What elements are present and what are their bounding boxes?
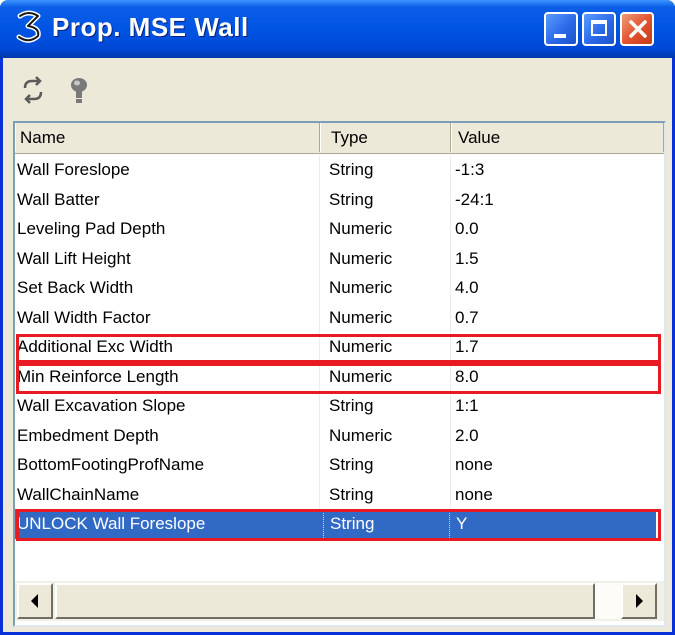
cell-value[interactable]: none: [455, 480, 650, 509]
horizontal-scrollbar[interactable]: [15, 581, 664, 621]
cell-name: Wall Width Factor: [17, 307, 151, 327]
title-bar[interactable]: Prop. MSE Wall: [0, 0, 675, 58]
cell-value[interactable]: 0.0: [455, 214, 650, 243]
cell-type: String: [329, 160, 374, 179]
cell-name: Wall Excavation Slope: [17, 396, 186, 415]
table-row[interactable]: Leveling Pad Depth Numeric 0.0: [15, 214, 656, 244]
cell-type: String: [329, 484, 374, 504]
cell-type: Numeric: [329, 307, 393, 327]
cell-value[interactable]: -24:1: [455, 185, 650, 214]
cell-name: Set Back Width: [17, 278, 134, 297]
cell-value[interactable]: none: [455, 450, 650, 479]
table-row[interactable]: Wall Batter String -24:1: [15, 185, 656, 215]
cell-name: Wall Lift Height: [17, 248, 131, 268]
cell-name: WallChainName: [17, 484, 140, 504]
scroll-left-button[interactable]: [17, 583, 53, 619]
window-title: Prop. MSE Wall: [52, 12, 249, 42]
close-button[interactable]: [620, 12, 654, 46]
table-row[interactable]: WallChainName String none: [15, 480, 656, 510]
scrollbar-thumb[interactable]: [55, 583, 595, 619]
maximize-icon: [591, 20, 607, 36]
cell-type: String: [329, 189, 374, 209]
property-list: Name Type Value Wall Foreslope String -1…: [13, 121, 666, 627]
cell-value[interactable]: -1:3: [455, 155, 650, 184]
cell-value[interactable]: 2.0: [455, 421, 650, 450]
table-row[interactable]: Wall Lift Height Numeric 1.5: [15, 244, 656, 274]
cell-value[interactable]: 4.0: [455, 273, 650, 302]
column-header-type[interactable]: Type: [320, 123, 451, 152]
cell-value[interactable]: 0.7: [455, 303, 650, 332]
cell-name: Embedment Depth: [17, 425, 159, 445]
cell-name: Wall Batter: [17, 189, 100, 209]
minimize-icon: [554, 34, 566, 38]
refresh-icon[interactable]: [19, 76, 47, 104]
list-header: Name Type Value: [15, 123, 664, 154]
cell-type: Numeric: [329, 248, 393, 268]
column-header-name[interactable]: Name: [15, 123, 320, 152]
help-icon[interactable]: [65, 76, 93, 104]
cell-name: BottomFootingProfName: [17, 455, 205, 474]
scroll-right-button[interactable]: [621, 583, 657, 619]
cell-type: Numeric: [329, 278, 393, 297]
property-window: Prop. MSE Wall Name Type Value Wall Fore…: [0, 0, 675, 635]
table-row[interactable]: Wall Width Factor Numeric 0.7: [15, 303, 656, 333]
arrow-left-icon: [31, 594, 38, 608]
table-row[interactable]: Wall Foreslope String -1:3: [15, 155, 656, 185]
cell-type: String: [329, 455, 374, 474]
annotation-highlight-box: [16, 509, 661, 541]
cell-type: String: [329, 396, 374, 415]
close-icon: [629, 20, 647, 38]
annotation-highlight-box: [16, 334, 661, 363]
minimize-button[interactable]: [544, 12, 578, 46]
cell-name: Leveling Pad Depth: [17, 219, 166, 238]
cell-name: Wall Foreslope: [17, 160, 130, 179]
maximize-button[interactable]: [582, 12, 616, 46]
arrow-right-icon: [636, 594, 643, 608]
table-row[interactable]: Set Back Width Numeric 4.0: [15, 273, 656, 303]
cell-type: Numeric: [329, 219, 393, 238]
column-header-value[interactable]: Value: [451, 123, 664, 152]
cell-type: Numeric: [329, 425, 393, 445]
cell-value[interactable]: 1:1: [455, 391, 650, 420]
app-logo-icon: [16, 10, 41, 43]
table-row[interactable]: Wall Excavation Slope String 1:1: [15, 391, 656, 421]
annotation-highlight-box: [16, 363, 661, 394]
table-row[interactable]: Embedment Depth Numeric 2.0: [15, 421, 656, 451]
cell-value[interactable]: 1.5: [455, 244, 650, 273]
table-row[interactable]: BottomFootingProfName String none: [15, 450, 656, 480]
